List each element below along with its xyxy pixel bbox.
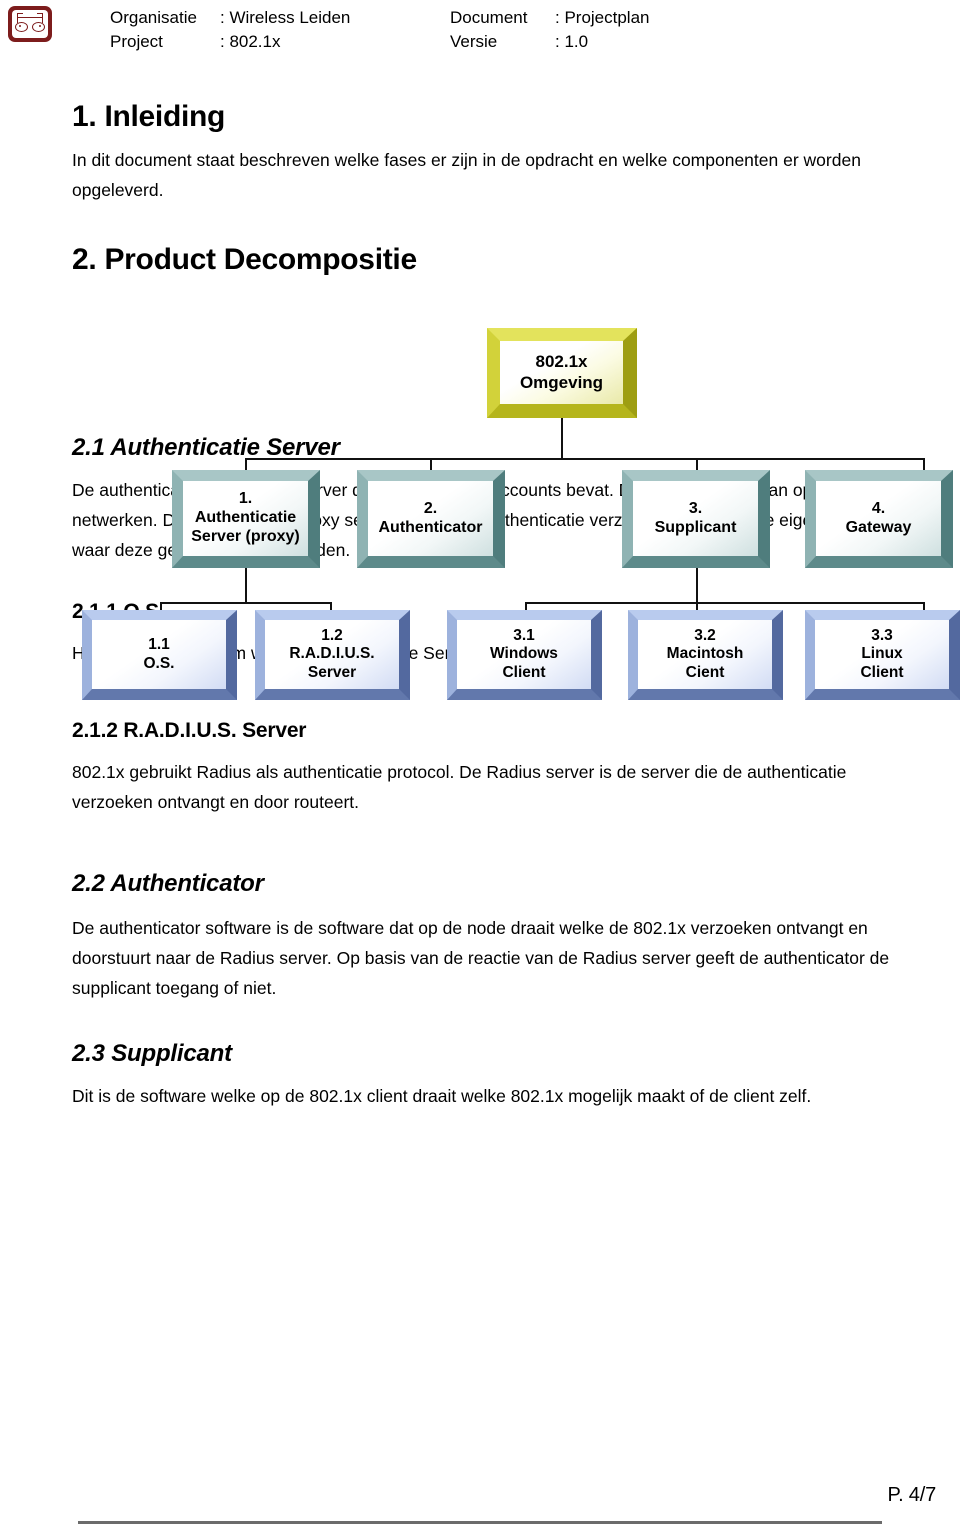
- header-label-document: Document: [450, 8, 528, 27]
- n4-line2: Gateway: [845, 518, 912, 536]
- diagram-node-root: 802.1x Omgeving: [487, 328, 637, 418]
- diagram-node-11-os: 1.1 O.S.: [82, 610, 237, 700]
- header-value-project: : 802.1x: [220, 32, 281, 51]
- connector-n1-bus: [160, 602, 332, 604]
- header-label-organisatie: Organisatie: [110, 8, 197, 27]
- n32-line2: Macintosh: [666, 645, 744, 663]
- heading-2-product-decompositie: 2. Product Decompositie: [72, 243, 417, 276]
- root-line2: Omgeving: [519, 372, 604, 392]
- diagram-node-32-macintosh-client: 3.2 Macintosh Cient: [628, 610, 783, 700]
- connector-n3-stem: [696, 568, 698, 604]
- header-value-document: : Projectplan: [555, 8, 650, 27]
- n11-line1: 1.1: [148, 636, 170, 654]
- diagram-node-31-windows-client: 3.1 Windows Client: [447, 610, 602, 700]
- document-header: Organisatie : Wireless Leiden Document :…: [0, 0, 960, 62]
- connector-n1-stem: [245, 568, 247, 604]
- header-label-project: Project: [110, 32, 163, 51]
- connector-n3-bus: [525, 602, 925, 604]
- header-value-organisatie: : Wireless Leiden: [220, 8, 351, 27]
- connector-root-stem: [561, 418, 563, 460]
- header-value-versie: : 1.0: [555, 32, 589, 51]
- heading-22-authenticator: 2.2 Authenticator: [72, 870, 264, 897]
- header-row-project: Project : 802.1x Versie : 1.0: [110, 30, 950, 54]
- n31-line3: Client: [502, 663, 546, 681]
- n3-line1: 3.: [688, 499, 703, 517]
- heading-1-inleiding: 1. Inleiding: [72, 100, 226, 133]
- diagram-node-2-authenticator: 2. Authenticator: [357, 470, 505, 568]
- heading-23-supplicant: 2.3 Supplicant: [72, 1040, 232, 1067]
- n4-line1: 4.: [871, 499, 886, 517]
- paragraph-inleiding: In dit document staat beschreven welke f…: [72, 150, 861, 200]
- n2-line2: Authenticator: [378, 518, 483, 536]
- connector-level2-bus: [245, 458, 925, 460]
- n32-line3: Cient: [685, 663, 725, 681]
- n31-line1: 3.1: [513, 627, 535, 645]
- n33-line1: 3.3: [871, 627, 893, 645]
- n12-line2: R.A.D.I.U.S.: [289, 645, 375, 663]
- diagram-node-1-authenticatie-server: 1. Authenticatie Server (proxy): [172, 470, 320, 568]
- n1-line1: 1.: [238, 490, 253, 508]
- header-row-organisatie: Organisatie : Wireless Leiden Document :…: [110, 6, 950, 30]
- n33-line3: Client: [860, 663, 904, 681]
- header-label-versie: Versie: [450, 32, 498, 51]
- wireless-leiden-logo-icon: [8, 6, 52, 42]
- paragraph-22: De authenticator software is de software…: [72, 918, 890, 998]
- footer-divider: [78, 1521, 882, 1524]
- n31-line2: Windows: [490, 645, 558, 663]
- n1-line2: Authenticatie: [194, 509, 297, 527]
- diagram-node-3-supplicant: 3. Supplicant: [622, 470, 770, 568]
- n11-line2: O.S.: [143, 654, 175, 672]
- n12-line3: Server: [307, 663, 357, 681]
- n32-line1: 3.2: [694, 627, 716, 645]
- n12-line1: 1.2: [321, 627, 343, 645]
- diagram-node-4-gateway: 4. Gateway: [805, 470, 953, 568]
- heading-212-radius-server: 2.1.2 R.A.D.I.U.S. Server: [72, 719, 307, 742]
- diagram-node-12-radius-server: 1.2 R.A.D.I.U.S. Server: [255, 610, 410, 700]
- n1-line3: Server (proxy): [191, 527, 300, 545]
- n33-line2: Linux: [861, 645, 903, 663]
- root-line1: 802.1x: [535, 352, 588, 372]
- n2-line1: 2.: [423, 499, 438, 517]
- paragraph-23: Dit is de software welke op de 802.1x cl…: [72, 1086, 812, 1106]
- footer-page-number: P. 4/7: [887, 1484, 937, 1506]
- diagram-node-33-linux-client: 3.3 Linux Client: [805, 610, 960, 700]
- n3-line2: Supplicant: [654, 518, 737, 536]
- paragraph-212: 802.1x gebruikt Radius als authenticatie…: [72, 762, 847, 812]
- product-decomposition-diagram: 802.1x Omgeving 1. Authenticatie Server …: [0, 318, 960, 708]
